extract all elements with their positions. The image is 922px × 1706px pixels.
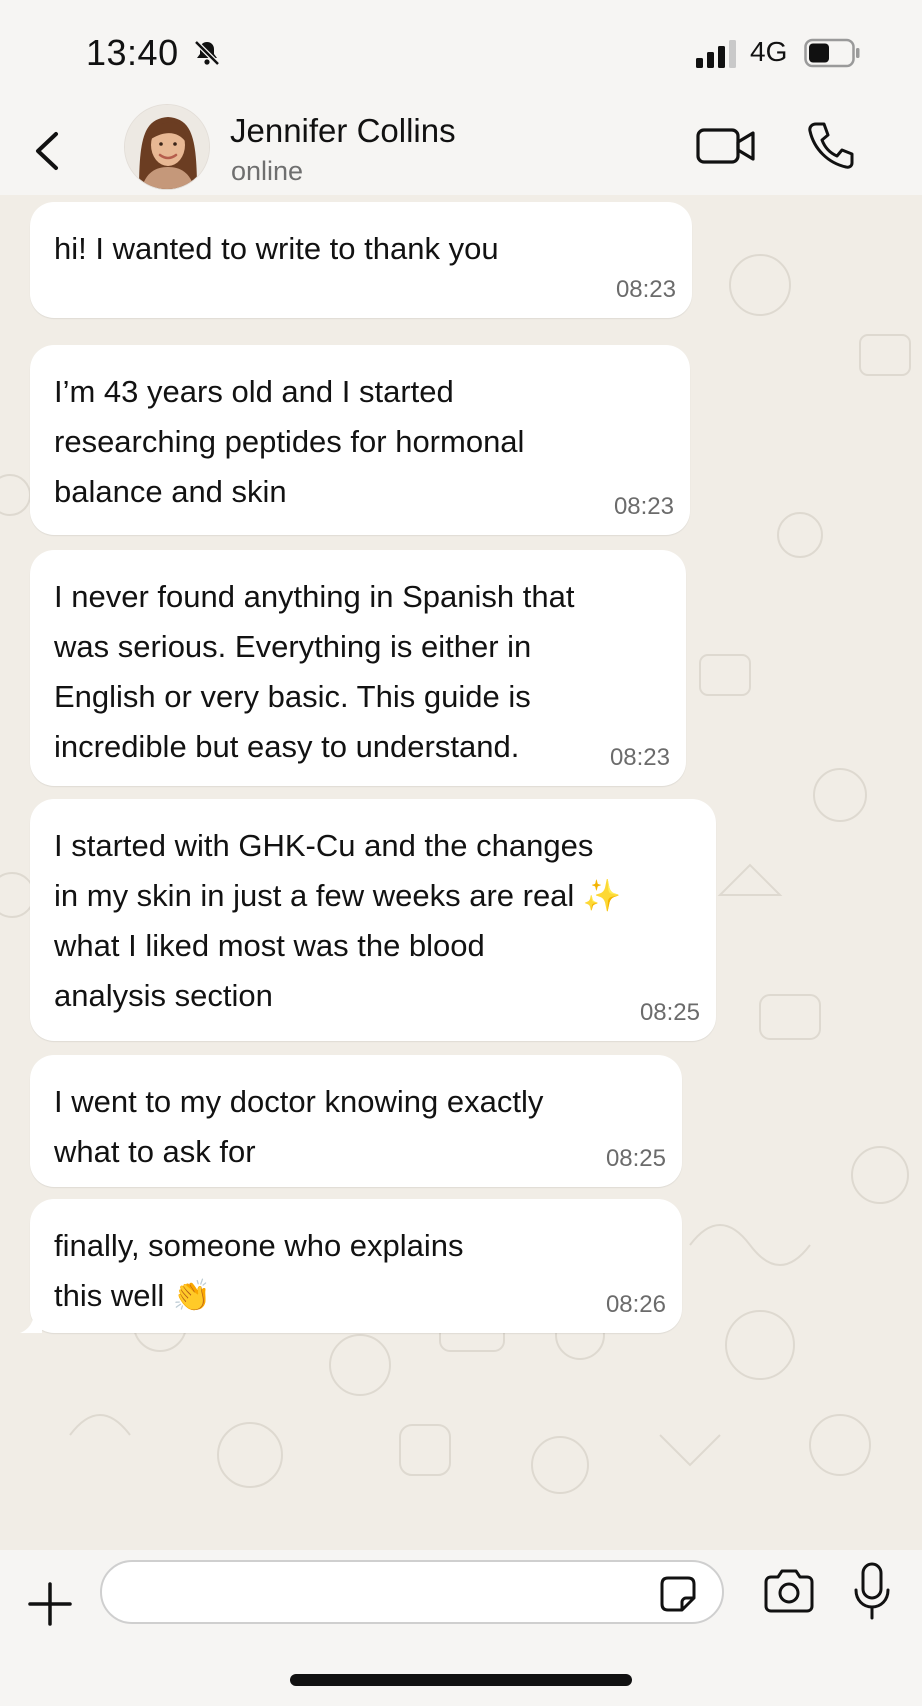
message-text: I’m 43 years old and I started researchi…	[54, 374, 525, 509]
message-text: I started with GHK-Cu and the changes in…	[54, 828, 622, 1013]
message-text: finally, someone who explains this well …	[54, 1228, 464, 1313]
message-text: I never found anything in Spanish that w…	[54, 579, 575, 764]
message-time: 08:26	[605, 1291, 666, 1318]
contact-status: online	[231, 156, 304, 186]
message-bubble[interactable]: I went to my doctor knowing exactly what…	[30, 1055, 682, 1187]
message-time: 08:23	[609, 744, 670, 771]
chat-area[interactable]: hi! I wanted to write to thank you 08:23…	[0, 195, 922, 1550]
message-input[interactable]	[100, 1560, 724, 1624]
message-bubble[interactable]: I never found anything in Spanish that w…	[30, 550, 686, 786]
message-bubble[interactable]: finally, someone who explains this well …	[20, 1199, 682, 1333]
plus-icon[interactable]	[26, 1580, 74, 1628]
video-call-icon[interactable]	[696, 124, 756, 168]
message-time: 08:25	[639, 999, 700, 1026]
back-chevron-icon[interactable]	[28, 126, 68, 176]
status-time: 13:40	[86, 32, 179, 73]
message-bubble[interactable]: I started with GHK-Cu and the changes in…	[30, 799, 716, 1041]
sticker-icon[interactable]	[656, 1572, 700, 1616]
bubble-tail-icon	[20, 1311, 42, 1333]
phone-call-icon[interactable]	[806, 120, 854, 170]
message-text: I went to my doctor knowing exactly what…	[54, 1084, 544, 1169]
message-time: 08:23	[613, 493, 674, 520]
network-label: 4G	[750, 36, 788, 67]
camera-icon[interactable]	[762, 1568, 816, 1614]
message-bubble[interactable]: I’m 43 years old and I started researchi…	[30, 345, 690, 535]
composer-bar	[0, 1550, 922, 1706]
battery-icon	[804, 38, 860, 68]
message-time: 08:23	[615, 276, 676, 303]
contact-name[interactable]: Jennifer Collins	[230, 112, 456, 150]
signal-icon	[696, 40, 736, 68]
avatar[interactable]	[124, 104, 210, 190]
chat-header: Jennifer Collins online	[0, 90, 922, 195]
message-text: hi! I wanted to write to thank you	[54, 231, 499, 266]
avatar-portrait-icon	[125, 105, 209, 189]
message-time: 08:25	[605, 1145, 666, 1172]
message-bubble[interactable]: hi! I wanted to write to thank you 08:23	[30, 202, 692, 318]
bell-muted-icon	[194, 40, 220, 66]
microphone-icon[interactable]	[852, 1562, 892, 1622]
home-indicator[interactable]	[290, 1674, 632, 1686]
